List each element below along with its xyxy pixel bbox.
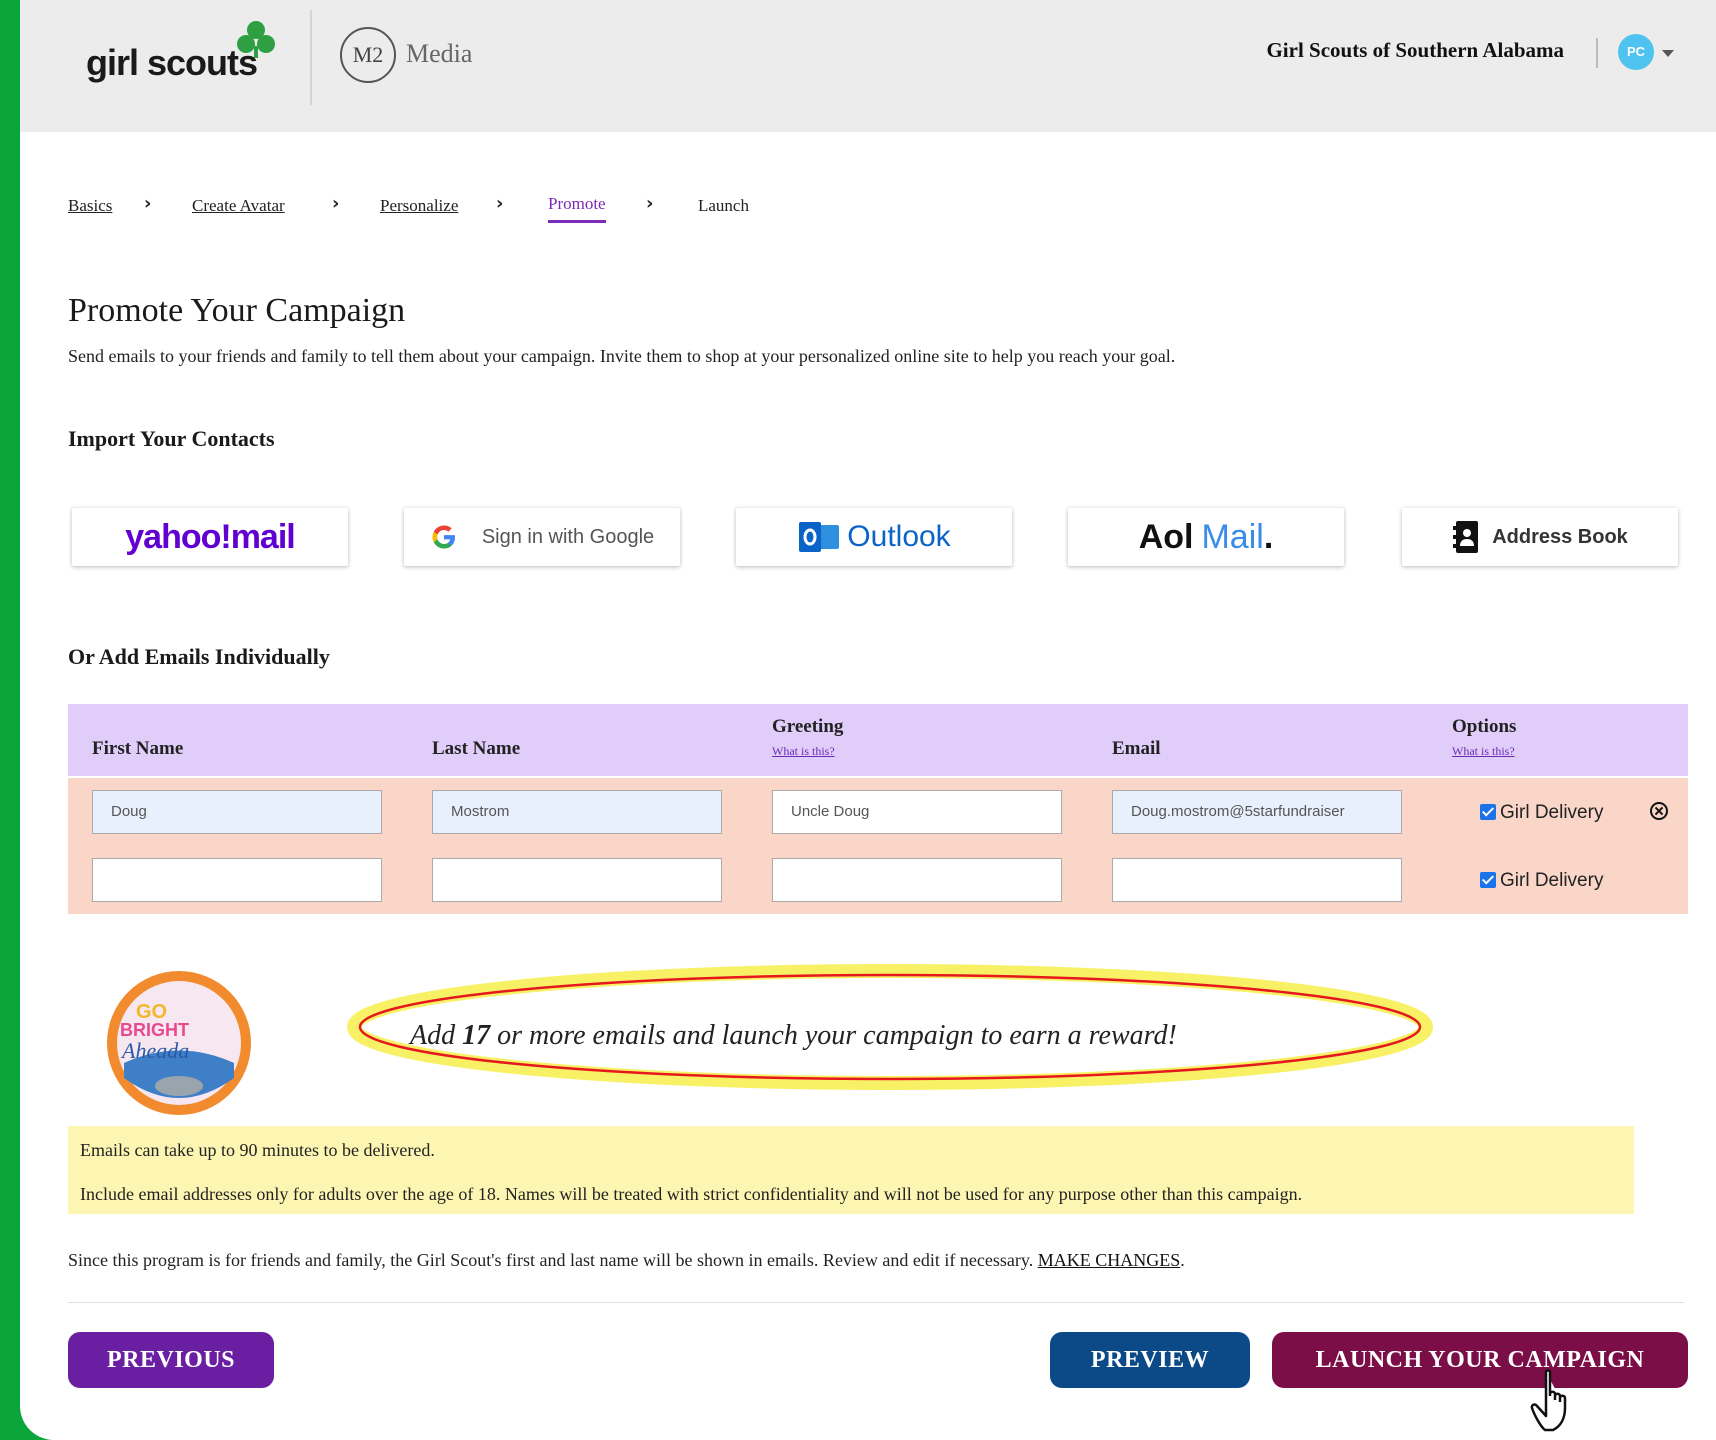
table-row: Girl Delivery [68, 846, 1688, 914]
google-signin-button[interactable]: Sign in with Google [404, 508, 680, 566]
options-help-link[interactable]: What is this? [1452, 744, 1515, 759]
aol-mail-button[interactable]: Aol Mail . [1068, 508, 1344, 566]
outlook-button[interactable]: Outlook [736, 508, 1012, 566]
chevron-down-icon[interactable] [1662, 50, 1674, 57]
aol-dot: . [1263, 517, 1274, 556]
google-signin-label: Sign in with Google [481, 525, 655, 548]
previous-button[interactable]: PREVIOUS [68, 1332, 274, 1388]
reward-badge: GO BRIGHT Aheada [107, 971, 251, 1115]
girl-delivery-label: Girl Delivery [1500, 802, 1604, 823]
disclosure-tail: . [1180, 1250, 1185, 1270]
chevron-right-icon: › [496, 193, 504, 214]
section-divider [68, 1302, 1684, 1303]
page-subtitle: Send emails to your friends and family t… [68, 346, 1176, 366]
reward-text-b: or more emails and launch your campaign … [490, 1020, 1177, 1051]
logo-text: girl scouts [86, 42, 258, 83]
girl-delivery-checkbox[interactable] [1480, 804, 1496, 820]
aol-logo-text: Aol [1138, 517, 1194, 556]
col-greeting: Greeting [772, 716, 844, 737]
badge-text-ahead: Aheada [120, 1038, 189, 1063]
email-field[interactable] [1112, 858, 1402, 902]
address-book-button[interactable]: Address Book [1402, 508, 1678, 566]
top-header: girl scouts M2 Media Girl Scouts of Sout… [20, 0, 1716, 132]
yahoo-mail-logo: yahoo!mail [125, 517, 295, 556]
hand-pointer-icon [1530, 1369, 1567, 1432]
make-changes-link[interactable]: MAKE CHANGES [1038, 1250, 1181, 1270]
remove-row-icon[interactable] [1650, 802, 1668, 820]
breadcrumb-promote[interactable]: Promote [548, 194, 606, 223]
breadcrumb-launch: Launch [698, 196, 749, 215]
import-heading: Import Your Contacts [68, 426, 275, 451]
page-content: girl scouts M2 Media Girl Scouts of Sout… [20, 0, 1716, 1440]
header-divider-2 [1596, 38, 1598, 68]
breadcrumb-basics[interactable]: Basics [68, 196, 112, 216]
emails-heading: Or Add Emails Individually [68, 644, 330, 669]
breadcrumb-personalize[interactable]: Personalize [380, 196, 458, 216]
chevron-right-icon: › [144, 193, 152, 214]
outlook-icon [799, 522, 840, 552]
reward-count: 17 [462, 1020, 491, 1051]
m2-mark: M2 [340, 27, 396, 83]
delivery-notice: Emails can take up to 90 minutes to be d… [68, 1126, 1634, 1214]
table-header: First Name Last Name Greeting What is th… [68, 704, 1688, 776]
address-book-icon [1453, 521, 1479, 553]
col-first-name: First Name [92, 738, 184, 759]
first-name-field[interactable]: Doug [92, 790, 382, 834]
m2-media-text: Media [406, 39, 473, 68]
girl-delivery-label: Girl Delivery [1500, 870, 1604, 891]
badge-text-bright: BRIGHT [120, 1020, 189, 1040]
first-name-field[interactable] [92, 858, 382, 902]
greeting-field[interactable]: Uncle Doug [772, 790, 1062, 834]
disclosure-text: Since this program is for friends and fa… [68, 1250, 1038, 1270]
aol-mail-text: Mail [1201, 517, 1264, 556]
greeting-field[interactable] [772, 858, 1062, 902]
trefoil-icon [237, 21, 275, 58]
greeting-help-link[interactable]: What is this? [772, 744, 835, 759]
col-last-name: Last Name [432, 738, 521, 759]
google-icon [432, 525, 455, 549]
notice-delivery-time: Emails can take up to 90 minutes to be d… [80, 1140, 435, 1160]
breadcrumb-create-avatar[interactable]: Create Avatar [192, 196, 285, 216]
table-row: Doug Mostrom Uncle Doug Doug.mostrom@5st… [68, 778, 1688, 846]
chevron-right-icon: › [332, 193, 340, 214]
yahoo-mail-button[interactable]: yahoo!mail [72, 508, 348, 566]
reward-text-a: Add [410, 1020, 463, 1051]
page-title: Promote Your Campaign [68, 292, 406, 329]
email-field[interactable]: Doug.mostrom@5starfundraiser [1112, 790, 1402, 834]
col-email: Email [1112, 738, 1161, 759]
girl-scouts-logo[interactable]: girl scouts [86, 20, 306, 100]
name-disclosure-note: Since this program is for friends and fa… [68, 1250, 1185, 1271]
notice-age-policy: Include email addresses only for adults … [80, 1184, 1303, 1204]
col-options: Options [1452, 716, 1517, 737]
outlook-label: Outlook [847, 520, 951, 553]
reward-message: Add 17 or more emails and launch your ca… [410, 1020, 1177, 1052]
last-name-field[interactable]: Mostrom [432, 790, 722, 834]
address-book-label: Address Book [1492, 525, 1628, 548]
council-name: Girl Scouts of Southern Alabama [1266, 38, 1564, 62]
last-name-field[interactable] [432, 858, 722, 902]
header-divider [310, 10, 312, 105]
chevron-right-icon: › [646, 193, 654, 214]
preview-button[interactable]: PREVIEW [1050, 1332, 1250, 1388]
app-frame: girl scouts M2 Media Girl Scouts of Sout… [0, 0, 1716, 1440]
user-avatar[interactable]: PC [1618, 34, 1654, 70]
girl-delivery-checkbox[interactable] [1480, 872, 1496, 888]
launch-campaign-button[interactable]: LAUNCH YOUR CAMPAIGN [1272, 1332, 1688, 1388]
